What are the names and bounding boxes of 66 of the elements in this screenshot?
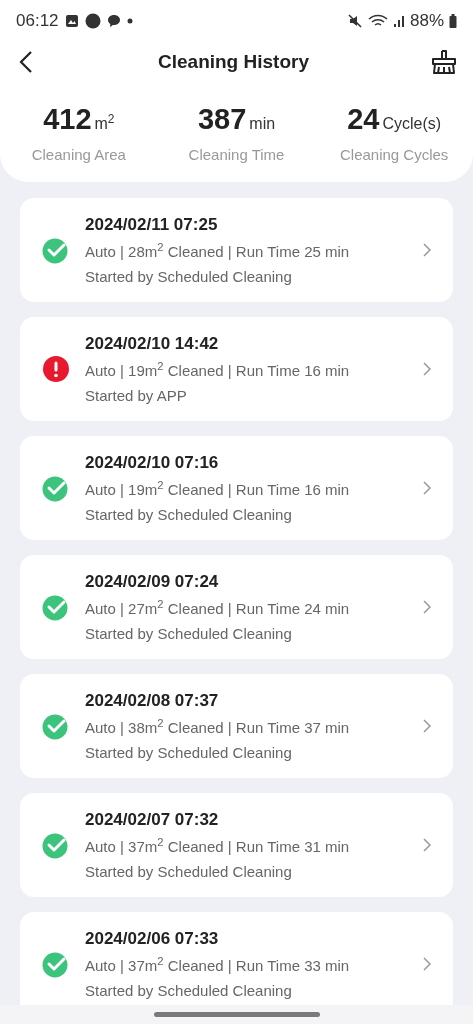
stat-label: Cleaning Time <box>188 144 285 165</box>
record-summary: Auto | 37m$^{2}$ Cleaned | Run Time 33 min <box>85 955 351 976</box>
history-card[interactable]: 2024/02/08 07:37 Auto | 38m$^{2}$ Cleaned | Run Time 37 min Started by Scheduled Cleaning <box>20 674 453 778</box>
battery-percentage: 88% <box>409 10 444 33</box>
chevron-icon <box>423 243 431 257</box>
page-title: Cleaning History <box>158 49 309 74</box>
mute-icon <box>346 13 363 29</box>
record-summary: Auto | 19m$^{2}$ Cleaned | Run Time 16 min <box>85 360 351 381</box>
record-source: Started by Scheduled Cleaning <box>85 742 293 763</box>
stat-value: 412 <box>43 102 92 137</box>
stat-unit: min <box>249 114 276 134</box>
chevron-icon <box>423 481 431 495</box>
back-icon <box>19 50 33 74</box>
record-datetime: 2024/02/08 07:37 <box>85 689 220 712</box>
record-datetime: 2024/02/11 07:25 <box>85 213 219 236</box>
record-summary: Auto | 19m$^{2}$ Cleaned | Run Time 16 min <box>85 479 351 500</box>
history-card[interactable]: 2024/02/10 07:16 Auto | 19m$^{2}$ Cleaned | Run Time 16 min Started by Scheduled Cleaning <box>20 436 453 540</box>
history-card[interactable]: 2024/02/06 07:33 Auto | 37m$^{2}$ Cleaned | Run Time 33 min Started by Scheduled Cleaning <box>20 912 453 1005</box>
record-summary: Auto | 38m$^{2}$ Cleaned | Run Time 37 min <box>85 717 351 738</box>
record-source: Started by Scheduled Cleaning <box>85 980 293 1001</box>
check-icon <box>42 831 70 859</box>
record-datetime: 2024/02/10 07:16 <box>85 451 220 474</box>
battery-icon <box>449 14 457 28</box>
record-summary: Auto | 28m$^{2}$ Cleaned | Run Time 25 min <box>85 241 351 262</box>
alert-icon <box>42 355 70 383</box>
check-icon <box>42 236 70 264</box>
record-datetime: 2024/02/09 07:24 <box>85 570 220 593</box>
signal-icon <box>392 14 405 28</box>
check-icon <box>42 712 70 740</box>
home-handle[interactable] <box>153 1012 320 1017</box>
record-datetime: 2024/02/10 14:42 <box>85 332 220 355</box>
record-source: Started by APP <box>85 385 188 406</box>
check-icon <box>42 593 70 621</box>
check-icon <box>42 950 70 978</box>
stat-value: 387 <box>197 102 247 137</box>
stat-value: 24 <box>347 102 380 137</box>
record-datetime: 2024/02/06 07:33 <box>85 927 220 950</box>
broom-icon <box>430 48 458 76</box>
clean-button[interactable] <box>429 47 459 77</box>
chevron-icon <box>423 362 431 376</box>
record-source: Started by Scheduled Cleaning <box>85 504 293 525</box>
record-summary: Auto | 37m$^{2}$ Cleaned | Run Time 31 min <box>85 836 351 857</box>
record-source: Started by Scheduled Cleaning <box>85 266 293 287</box>
chevron-icon <box>423 600 431 614</box>
wifi-icon <box>367 13 388 29</box>
clock-time: 06:12 <box>16 10 59 33</box>
stat-label: Cleaning Cycles <box>339 144 449 165</box>
chevron-icon <box>423 719 431 733</box>
chat-icon <box>106 14 121 28</box>
chevron-icon <box>423 957 431 971</box>
stat-label: Cleaning Area <box>31 144 126 165</box>
history-card[interactable]: 2024/02/11 07:25 Auto | 28m$^{2}$ Cleaned | Run Time 25 min Started by Scheduled Cleaning <box>20 198 453 302</box>
record-source: Started by Scheduled Cleaning <box>85 861 293 882</box>
record-source: Started by Scheduled Cleaning <box>85 623 293 644</box>
chevron-icon <box>423 838 431 852</box>
stat-unit: Cycle(s) <box>382 114 442 134</box>
dot-icon <box>126 18 133 24</box>
record-datetime: 2024/02/07 07:32 <box>85 808 220 831</box>
record-summary: Auto | 27m$^{2}$ Cleaned | Run Time 24 min <box>85 598 351 619</box>
stat-unit: m$^{2}$ <box>94 112 115 134</box>
check-icon <box>42 474 70 502</box>
history-card[interactable]: 2024/02/07 07:32 Auto | 37m$^{2}$ Cleaned | Run Time 31 min Started by Scheduled Cleaning <box>20 793 453 897</box>
image-icon <box>64 14 79 28</box>
circle-icon <box>84 13 101 29</box>
history-card[interactable]: 2024/02/09 07:24 Auto | 27m$^{2}$ Cleaned | Run Time 24 min Started by Scheduled Cleaning <box>20 555 453 659</box>
history-card[interactable]: 2024/02/10 14:42 Auto | 19m$^{2}$ Cleaned | Run Time 16 min Started by APP <box>20 317 453 421</box>
